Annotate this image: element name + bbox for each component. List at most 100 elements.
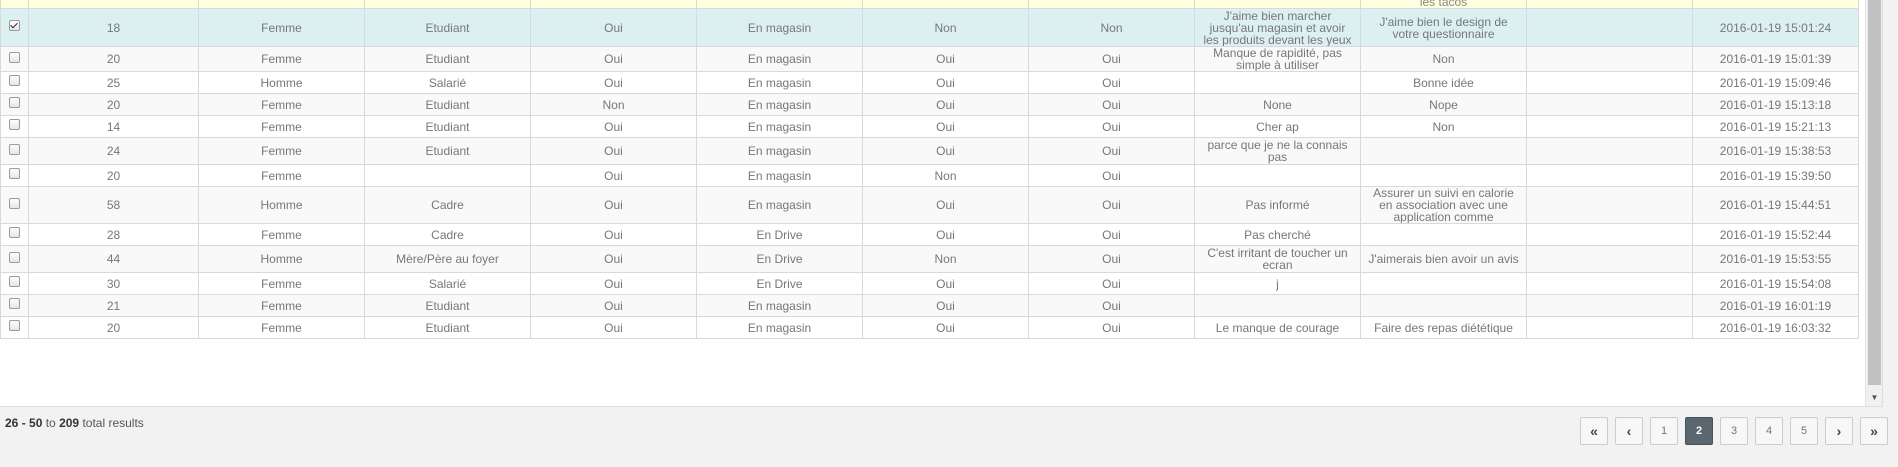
age-cell: 20 bbox=[28, 93, 199, 116]
answer-cell: Oui bbox=[530, 272, 697, 295]
row-checkbox[interactable] bbox=[9, 143, 20, 155]
answer-cell: Oui bbox=[862, 46, 1029, 72]
scroll-down-arrow-icon[interactable]: ▼ bbox=[1866, 389, 1882, 406]
table-row[interactable]: 20 Femme Etudiant Non En magasin Oui Oui None No… bbox=[0, 93, 1883, 116]
table-row[interactable]: 30 Femme Salarié Oui En Drive Oui Oui j 2016-01-… bbox=[0, 272, 1883, 295]
answer-cell: Oui bbox=[530, 115, 697, 138]
lieu-cell: En magasin bbox=[696, 137, 863, 165]
table-row[interactable]: 21 Femme Etudiant Oui En magasin Oui Oui 2016-0… bbox=[0, 294, 1883, 317]
page-button-3[interactable]: 3 bbox=[1720, 417, 1748, 445]
range-end: 50 bbox=[29, 416, 43, 430]
age-cell: 20 bbox=[28, 316, 199, 339]
row-checkbox[interactable] bbox=[9, 168, 20, 179]
date-cell: 2016-01-19 15:38:53 bbox=[1692, 137, 1859, 165]
empty-cell bbox=[1526, 71, 1693, 94]
table-row[interactable]: 20 Femme Etudiant Oui En magasin Oui Oui Le man… bbox=[0, 316, 1883, 339]
statut-cell: Salarié bbox=[364, 272, 531, 295]
lieu-cell: En magasin bbox=[696, 294, 863, 317]
age-cell: 30 bbox=[28, 272, 199, 295]
reason-cell: parce que je ne la connais pas bbox=[1194, 137, 1361, 165]
table-row[interactable]: 14 Femme Etudiant Oui En magasin Oui Oui Cher a… bbox=[0, 115, 1883, 138]
row-select-cell bbox=[0, 223, 29, 246]
table-row[interactable]: 24 Femme Etudiant Oui En magasin Oui Oui parce … bbox=[0, 137, 1883, 165]
pagination: « ‹ 1 2 3 4 5 › » bbox=[1580, 417, 1888, 445]
sexe-cell: Homme bbox=[198, 71, 365, 94]
row-checkbox[interactable] bbox=[9, 97, 20, 108]
empty-cell bbox=[1526, 164, 1693, 187]
date-cell: 2016-01-19 15:01:39 bbox=[1692, 46, 1859, 72]
answer-cell: Non bbox=[862, 164, 1029, 187]
page-button-5[interactable]: 5 bbox=[1790, 417, 1818, 445]
comment-cell: Faire des repas diététique bbox=[1360, 316, 1527, 339]
sexe-cell: Femme bbox=[198, 223, 365, 246]
row-select-cell bbox=[0, 245, 29, 273]
comment-cell bbox=[1360, 137, 1527, 165]
row-checkbox[interactable] bbox=[9, 119, 20, 130]
answer-cell: Oui bbox=[1028, 164, 1195, 187]
age-cell: 21 bbox=[28, 294, 199, 317]
table-row[interactable]: 44 Homme Mère/Père au foyer Oui En Drive Non O… bbox=[0, 245, 1883, 273]
row-select-cell bbox=[0, 186, 29, 224]
statut-cell: Etudiant bbox=[364, 46, 531, 72]
first-page-button[interactable]: « bbox=[1580, 417, 1608, 445]
row-checkbox[interactable] bbox=[9, 20, 20, 31]
next-page-button[interactable]: › bbox=[1825, 417, 1853, 445]
lieu-cell: En magasin bbox=[696, 186, 863, 224]
table-row[interactable]: 58 Homme Cadre Oui En magasin Oui Oui Pas infor… bbox=[0, 186, 1883, 224]
row-checkbox[interactable] bbox=[9, 197, 20, 209]
answer-cell: Oui bbox=[1028, 272, 1195, 295]
row-checkbox[interactable] bbox=[9, 251, 20, 263]
reason-cell: j bbox=[1194, 272, 1361, 295]
empty-cell bbox=[1526, 115, 1693, 138]
row-checkbox[interactable] bbox=[9, 276, 20, 287]
statut-cell: Etudiant bbox=[364, 93, 531, 116]
lieu-cell: En magasin bbox=[696, 164, 863, 187]
sexe-cell: Femme bbox=[198, 316, 365, 339]
date-cell: 2016-01-19 15:01:24 bbox=[1692, 8, 1859, 47]
comment-cell bbox=[1360, 223, 1527, 246]
answer-cell: Oui bbox=[1028, 316, 1195, 339]
vertical-scrollbar[interactable]: ▼ bbox=[1865, 0, 1882, 406]
lieu-cell: En magasin bbox=[696, 316, 863, 339]
page-button-2-active[interactable]: 2 bbox=[1685, 417, 1713, 445]
last-page-button[interactable]: » bbox=[1860, 417, 1888, 445]
lieu-cell: En Drive bbox=[696, 223, 863, 246]
comment-cell: J'aime bien le design de votre questionn… bbox=[1360, 8, 1527, 47]
row-select-cell bbox=[0, 294, 29, 317]
answer-cell: Oui bbox=[1028, 71, 1195, 94]
sexe-cell: Femme bbox=[198, 164, 365, 187]
empty-cell bbox=[1526, 46, 1693, 72]
row-select-cell bbox=[0, 93, 29, 116]
answer-cell: Oui bbox=[530, 164, 697, 187]
answer-cell: Oui bbox=[862, 115, 1029, 138]
table-row[interactable]: 20 Femme Oui En magasin Non Oui 2016-01-19 15:… bbox=[0, 164, 1883, 187]
date-cell: 2016-01-19 15:39:50 bbox=[1692, 164, 1859, 187]
answer-cell: Oui bbox=[1028, 186, 1195, 224]
row-checkbox[interactable] bbox=[9, 227, 20, 238]
row-checkbox[interactable] bbox=[9, 75, 20, 86]
comment-cell: Nope bbox=[1360, 93, 1527, 116]
page-button-1[interactable]: 1 bbox=[1650, 417, 1678, 445]
row-checkbox[interactable] bbox=[9, 51, 20, 63]
table-row[interactable]: 25 Homme Salarié Oui En magasin Oui Oui Bonne i… bbox=[0, 71, 1883, 94]
table-row[interactable]: 18 Femme Etudiant Oui En magasin Non Non J'aime… bbox=[0, 8, 1883, 47]
lieu-cell: En Drive bbox=[696, 272, 863, 295]
table-row[interactable]: 20 Femme Etudiant Oui En magasin Oui Oui Manque… bbox=[0, 46, 1883, 72]
row-checkbox[interactable] bbox=[9, 320, 20, 331]
comment-cell: Assurer un suivi en calorie en associati… bbox=[1360, 186, 1527, 224]
previous-page-button[interactable]: ‹ bbox=[1615, 417, 1643, 445]
answer-cell: Oui bbox=[530, 137, 697, 165]
answer-cell: Non bbox=[1028, 8, 1195, 47]
date-cell: 2016-01-19 16:01:19 bbox=[1692, 294, 1859, 317]
statut-cell: Mère/Père au foyer bbox=[364, 245, 531, 273]
row-select-cell bbox=[0, 115, 29, 138]
answer-cell: Oui bbox=[1028, 93, 1195, 116]
row-checkbox[interactable] bbox=[9, 298, 20, 309]
table-row[interactable]: 28 Femme Cadre Oui En Drive Oui Oui Pas cherché… bbox=[0, 223, 1883, 246]
answer-cell: Oui bbox=[1028, 245, 1195, 273]
sexe-cell: Femme bbox=[198, 137, 365, 165]
page-button-4[interactable]: 4 bbox=[1755, 417, 1783, 445]
scrollbar-thumb[interactable] bbox=[1868, 0, 1881, 385]
partial-cell-text: les tacos bbox=[1360, 0, 1527, 9]
answer-cell: Oui bbox=[1028, 115, 1195, 138]
